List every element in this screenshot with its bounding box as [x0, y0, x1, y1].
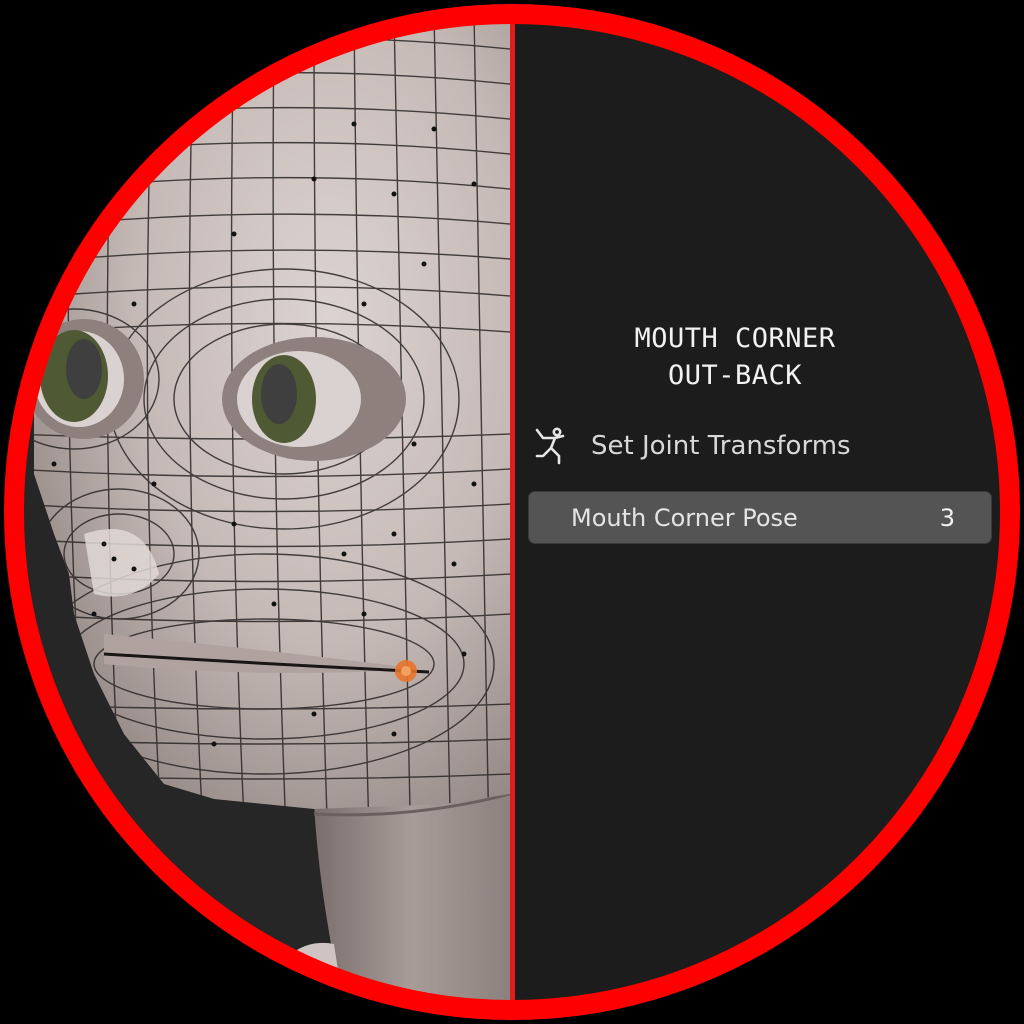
shoulder — [254, 942, 344, 1010]
operator-label: Set Joint Transforms — [591, 431, 851, 461]
pose-caption: MOUTH CORNER OUT-BACK — [515, 320, 955, 394]
eye-right-side — [222, 337, 406, 461]
circular-frame: MOUTH CORNER OUT-BACK Set Joint Transfor… — [14, 14, 1010, 1010]
head-mesh-render — [24, 14, 510, 1010]
armature-pose-icon — [535, 427, 565, 465]
caption-line-2: OUT-BACK — [667, 360, 803, 391]
properties-panel: MOUTH CORNER OUT-BACK Set Joint Transfor… — [515, 14, 1010, 1010]
neck — [314, 784, 510, 1010]
3d-viewport[interactable] — [14, 14, 510, 1010]
selected-vertex[interactable] — [395, 660, 417, 682]
caption-line-1: MOUTH CORNER — [634, 323, 836, 354]
eye-left-side — [24, 319, 144, 439]
set-joint-transforms-operator[interactable]: Set Joint Transforms — [533, 424, 953, 468]
mouth-corner-pose-field[interactable]: Mouth Corner Pose 3 — [528, 491, 992, 544]
property-value: 3 — [939, 503, 955, 532]
screen: MOUTH CORNER OUT-BACK Set Joint Transfor… — [0, 0, 1024, 1024]
property-name: Mouth Corner Pose — [571, 503, 798, 532]
